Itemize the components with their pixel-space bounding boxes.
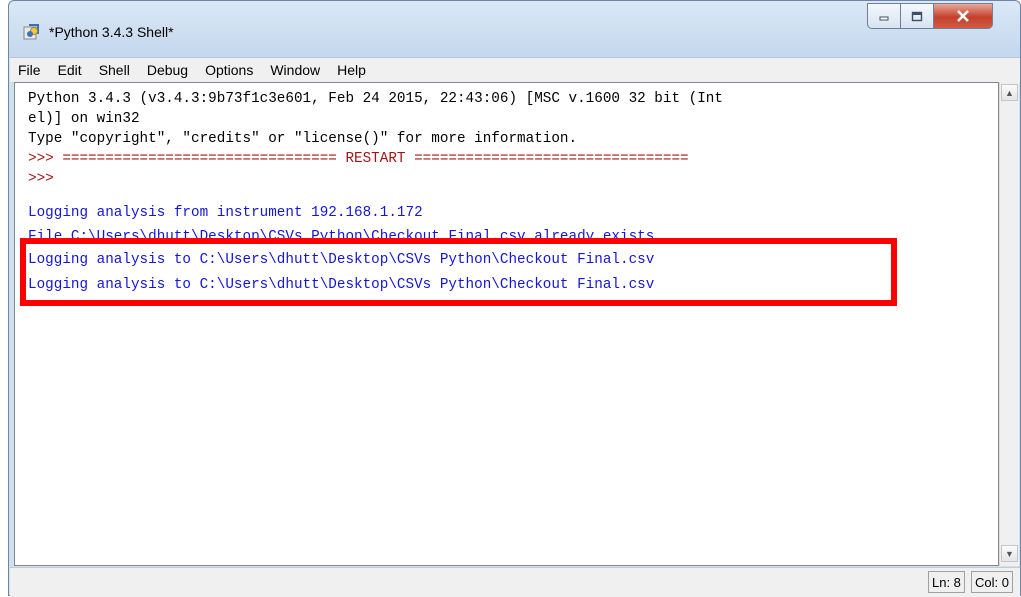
shell-line: Python 3.4.3 (v3.4.3:9b73f1c3e601, Feb 2…: [28, 91, 723, 107]
menu-bar: File Edit Shell Debug Options Window Hel…: [10, 57, 1020, 83]
close-button[interactable]: [933, 3, 993, 29]
menu-window[interactable]: Window: [262, 62, 329, 78]
menu-edit[interactable]: Edit: [50, 62, 91, 78]
menu-debug[interactable]: Debug: [139, 62, 197, 78]
menu-file[interactable]: File: [10, 62, 50, 78]
shell-output-line: Logging analysis from instrument 192.168…: [28, 205, 423, 221]
column-number: Col: 0: [971, 571, 1013, 593]
python-idle-icon: [23, 24, 39, 40]
menu-help[interactable]: Help: [329, 62, 375, 78]
maximize-button[interactable]: [900, 3, 934, 29]
shell-text-area[interactable]: Python 3.4.3 (v3.4.3:9b73f1c3e601, Feb 2…: [14, 82, 999, 566]
title-bar[interactable]: *Python 3.4.3 Shell*: [9, 1, 1020, 57]
vertical-scrollbar[interactable]: ▲ ▼: [999, 82, 1019, 566]
status-bar: Ln: 8 Col: 0: [10, 567, 1020, 597]
shell-line: el)] on win32: [28, 111, 140, 127]
maximize-icon: [911, 11, 923, 21]
shell-prompt-line: >>> ================================ RES…: [28, 151, 689, 167]
shell-prompt-line: >>>: [28, 171, 54, 187]
menu-options[interactable]: Options: [197, 62, 262, 78]
scroll-down-icon[interactable]: ▼: [1001, 545, 1018, 562]
line-number: Ln: 8: [928, 571, 965, 593]
idle-shell-window: *Python 3.4.3 Shell* File Edit Shell Deb…: [8, 0, 1021, 597]
window-title: *Python 3.4.3 Shell*: [49, 24, 174, 40]
minimize-icon: [879, 16, 889, 21]
menu-shell[interactable]: Shell: [91, 62, 139, 78]
shell-line: Type "copyright", "credits" or "license(…: [28, 131, 578, 147]
close-icon: [957, 10, 969, 22]
scroll-up-icon[interactable]: ▲: [1001, 84, 1018, 101]
minimize-button[interactable]: [867, 3, 901, 29]
highlight-box: [20, 238, 897, 306]
